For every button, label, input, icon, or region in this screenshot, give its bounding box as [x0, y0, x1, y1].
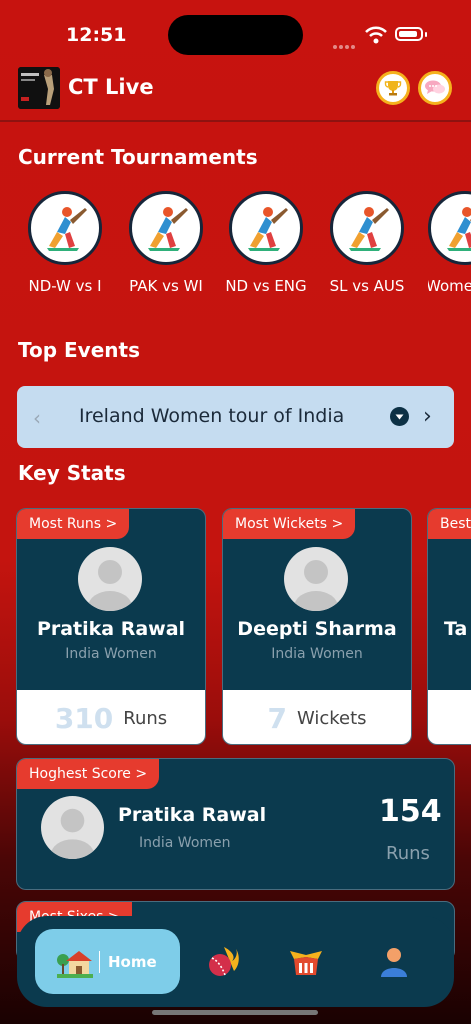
player-name: Ta: [444, 618, 468, 640]
app-logo: [18, 67, 60, 109]
tournament-item[interactable]: SL vs AUS: [327, 191, 407, 295]
chat-icon[interactable]: [418, 71, 452, 105]
avatar: [78, 547, 142, 611]
batsman-icon: [428, 191, 471, 265]
event-selector[interactable]: ‹ Ireland Women tour of India ›: [17, 386, 454, 448]
tournament-item[interactable]: ND-W vs I: [25, 191, 105, 295]
home-indicator: [152, 1010, 318, 1015]
nav-home-label: Home: [108, 952, 157, 971]
nav-divider: [99, 950, 100, 973]
bottom-nav: Home: [17, 916, 454, 1007]
batsman-icon: [129, 191, 203, 265]
team-badge-icon[interactable]: [288, 944, 324, 980]
tournament-label: ND vs ENG: [225, 277, 307, 295]
signal-icon: [333, 34, 357, 49]
tournament-item[interactable]: ND vs ENG: [225, 191, 307, 295]
stat-card-most-wickets[interactable]: Most Wickets > Deepti Sharma India Women…: [222, 508, 412, 745]
score-value: 154: [379, 794, 442, 829]
dynamic-island: [168, 15, 303, 55]
player-name: Pratika Rawal: [36, 618, 186, 640]
home-icon: [57, 946, 93, 978]
player-team: India Women: [139, 835, 231, 851]
stat-tag[interactable]: Best: [428, 509, 471, 539]
dropdown-icon[interactable]: [390, 407, 409, 426]
stat-value: 310: [54, 701, 114, 735]
trophy-icon[interactable]: [376, 71, 410, 105]
chevron-left-icon[interactable]: ‹: [33, 406, 41, 430]
player-name: Deepti Sharma: [237, 618, 397, 640]
stat-footer: 7 Wickets: [223, 690, 411, 744]
stat-tag[interactable]: Most Runs >: [17, 509, 130, 539]
tournaments-title: Current Tournaments: [18, 145, 258, 169]
player-team: India Women: [65, 646, 157, 662]
batsman-icon: [229, 191, 303, 265]
tournament-item[interactable]: Wome: [428, 191, 471, 301]
status-time: 12:51: [66, 24, 127, 46]
profile-icon[interactable]: [376, 944, 412, 980]
stat-footer: [428, 690, 471, 744]
tournament-item[interactable]: PAK vs WI: [126, 191, 206, 295]
battery-tip: [425, 32, 427, 37]
stat-unit: Wickets: [296, 707, 367, 729]
event-selected: Ireland Women tour of India: [79, 405, 345, 427]
key-stats-title: Key Stats: [18, 461, 126, 485]
stat-card-partial[interactable]: Best Ta: [427, 508, 471, 745]
chevron-right-icon[interactable]: ›: [423, 404, 432, 429]
player-team: India Women: [271, 646, 363, 662]
tournament-label: PAK vs WI: [129, 277, 203, 295]
batsman-icon: [330, 191, 404, 265]
wifi-icon: [365, 26, 387, 44]
stat-tag[interactable]: Most Wickets >: [223, 509, 356, 539]
tournament-label: SL vs AUS: [329, 277, 405, 295]
score-unit: Runs: [386, 843, 430, 864]
stat-unit: Runs: [123, 707, 168, 729]
app-title: CT Live: [68, 75, 154, 99]
battery-icon: [395, 27, 423, 41]
tournament-label: ND-W vs I: [28, 277, 102, 295]
highest-score-card[interactable]: Hoghest Score > Pratika Rawal India Wome…: [16, 758, 455, 890]
avatar: [41, 796, 104, 859]
batsman-icon: [28, 191, 102, 265]
stat-value: 7: [267, 701, 287, 735]
top-events-title: Top Events: [18, 338, 140, 362]
stat-tag[interactable]: Hoghest Score >: [17, 759, 160, 789]
nav-home[interactable]: Home: [35, 929, 180, 994]
header-divider: [0, 120, 471, 122]
cricket-ball-icon[interactable]: [205, 944, 241, 980]
tournament-label: Wome: [428, 277, 471, 295]
player-name: Pratika Rawal: [118, 804, 267, 826]
stat-footer: 310 Runs: [17, 690, 205, 744]
stat-card-most-runs[interactable]: Most Runs > Pratika Rawal India Women 31…: [16, 508, 206, 745]
avatar: [284, 547, 348, 611]
